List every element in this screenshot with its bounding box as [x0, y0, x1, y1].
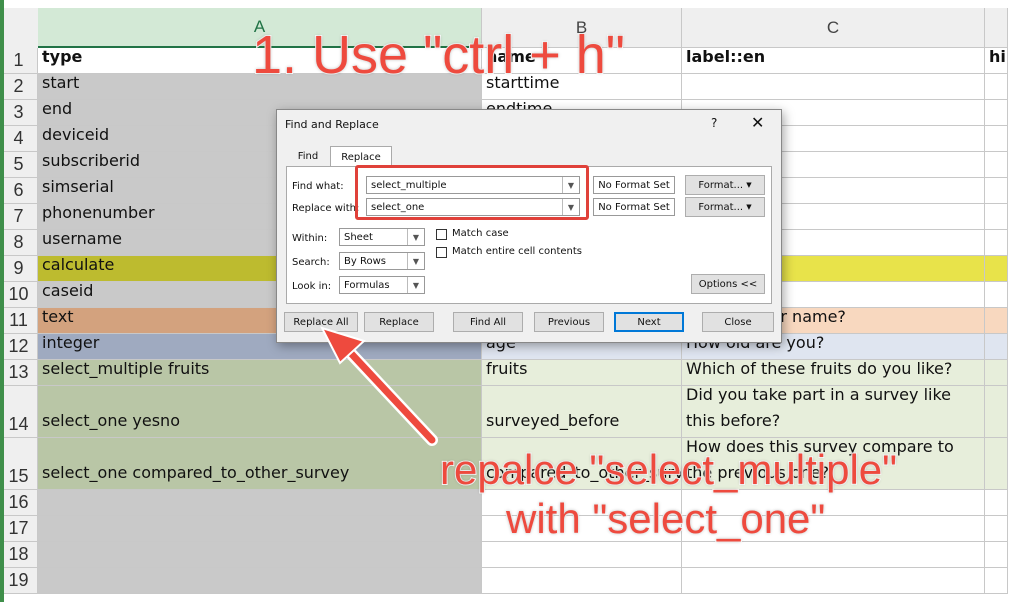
instruction-line-2: with "select_one"	[505, 494, 826, 543]
step-annotation: 1. Use "ctrl + h"	[251, 24, 626, 86]
instruction-line-1: repalce "select_multiple"	[439, 445, 898, 494]
